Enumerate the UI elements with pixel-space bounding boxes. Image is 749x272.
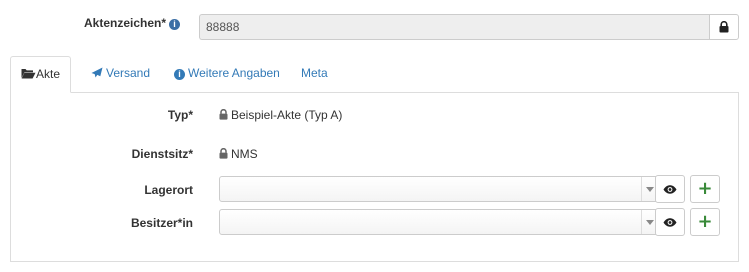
- typ-value: Beispiel-Akte (Typ A): [219, 108, 342, 122]
- tab-akte[interactable]: Akte: [10, 56, 72, 93]
- lagerort-label: Lagerort: [144, 183, 193, 197]
- eye-icon: [663, 217, 677, 227]
- lock-button[interactable]: [709, 14, 739, 40]
- aktenzeichen-input[interactable]: 88888: [199, 14, 709, 40]
- akte-panel: Typ* Beispiel-Akte (Typ A) Dienstsitz* N…: [10, 92, 739, 262]
- aktenzeichen-row: Aktenzeichen* i 88888: [0, 14, 749, 40]
- dienstsitz-value: NMS: [219, 147, 258, 161]
- tab-weitere-angaben[interactable]: i Weitere Angaben: [164, 56, 290, 92]
- eye-icon: [663, 184, 677, 194]
- paper-plane-icon: [91, 67, 103, 78]
- besitzer-label: Besitzer*in: [130, 216, 193, 230]
- plus-icon: +: [697, 178, 713, 199]
- besitzer-select[interactable]: [219, 209, 659, 235]
- info-circle-icon[interactable]: i: [169, 19, 181, 30]
- lagerort-view-button[interactable]: [655, 175, 685, 203]
- lagerort-select[interactable]: [219, 176, 659, 202]
- typ-label: Typ*: [167, 108, 193, 122]
- folder-open-icon: [21, 69, 36, 79]
- lock-icon: [719, 21, 729, 33]
- tab-versand[interactable]: Versand: [81, 56, 160, 92]
- lagerort-add-button[interactable]: +: [690, 175, 720, 203]
- besitzer-view-button[interactable]: [655, 208, 685, 236]
- info-circle-icon: i: [174, 69, 185, 80]
- besitzer-add-button[interactable]: +: [690, 208, 720, 236]
- aktenzeichen-label: Aktenzeichen* i: [84, 16, 181, 30]
- lock-icon: [219, 108, 228, 120]
- dienstsitz-label: Dienstsitz*: [131, 147, 193, 161]
- plus-icon: +: [697, 211, 713, 232]
- tab-bar: Akte Versand i Weitere Angaben Meta: [10, 56, 739, 93]
- tab-meta[interactable]: Meta: [291, 56, 338, 92]
- lock-icon: [219, 147, 228, 159]
